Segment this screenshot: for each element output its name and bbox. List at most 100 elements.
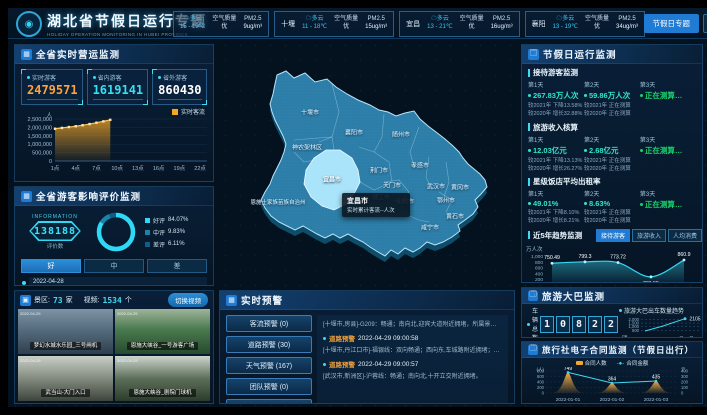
day-value-row: 8.63% — [584, 199, 640, 208]
rating-donut-chart — [93, 209, 139, 255]
header-button-2[interactable]: 综合监测 — [703, 14, 707, 33]
svg-text:16点: 16点 — [153, 165, 165, 172]
aqi-label: 空气质量 — [585, 16, 609, 24]
day-value-row: 49.01% — [528, 199, 584, 208]
trend-tab-2[interactable]: 旅游收入 — [632, 229, 666, 242]
hubei-map[interactable]: 十堰市襄阳市随州市神农架林区荆门市宜昌市天门市孝感市武汉市黄冈市潜江市仙桃市鄂州… — [214, 42, 516, 288]
rating-tab-差[interactable]: 差 — [147, 259, 207, 273]
hexagon-frame: 138188 — [25, 221, 85, 241]
day-value-row: 59.86万人次 — [584, 90, 640, 101]
bus-chart-title-row: 旅游大巴出车数量趋势 — [619, 306, 703, 315]
rating-tab-好[interactable]: 好 — [21, 259, 81, 273]
rating-tab-中[interactable]: 中 — [84, 259, 144, 273]
contract-chart: 02004006008000100200300400(人)元7493644352… — [522, 367, 702, 403]
svg-text:2,000: 2,000 — [629, 317, 640, 322]
day-value: 267.83万人次 — [533, 90, 578, 101]
bullet-dot — [528, 94, 531, 97]
day-compare: 较2020年 正在测算 — [584, 165, 640, 173]
aqi-label: 空气质量 — [212, 16, 236, 24]
hubei-outline[interactable] — [261, 71, 487, 256]
svg-text:799.3: 799.3 — [579, 253, 592, 259]
camera-thumbnail[interactable]: 2022-04-29武当山-大门入口 — [18, 356, 113, 401]
scenic-count: 73 — [53, 296, 63, 305]
svg-text:7点: 7点 — [92, 165, 101, 172]
bullet-dot — [323, 337, 326, 340]
legend-value: 9.83% — [168, 229, 185, 235]
day-value-row: 正在测算… — [640, 145, 696, 156]
bus-total-digits: 10822 — [540, 316, 618, 333]
trend-tabs: 接待游客旅游收入人均消费 — [596, 229, 702, 242]
bullet-dot — [27, 76, 30, 79]
weather-pm-col: PM2.515ug/m³ — [365, 16, 387, 32]
svg-text:2105: 2105 — [689, 317, 700, 323]
video-label: 视频: — [84, 295, 100, 305]
camera-caption-text: 武当山-大门入口 — [41, 389, 89, 397]
alert-category-button[interactable]: 天气预警 (167) — [226, 357, 312, 374]
svg-text:200: 200 — [535, 277, 543, 283]
svg-text:人: 人 — [46, 112, 52, 119]
cloud-icon: ☁多云 — [431, 16, 449, 24]
legend-swatch — [145, 218, 150, 223]
weather-cond-col: ☁多云13 - 19℃ — [553, 16, 578, 32]
header-bar: ◉ 湖北省节假日运行专题 HOLIDAY OPERATION MONITORIN… — [8, 8, 707, 39]
panel-title: 节假日运行监测 — [543, 47, 617, 61]
section-columns: 第1天12.03亿元较2021年 下降13.13%较2020年 增长26.27%… — [528, 135, 696, 174]
day-value: 正在测算… — [645, 90, 683, 101]
day-value: 8.63% — [589, 199, 610, 208]
bus-total-block: 车辆总数 10822 辆 行驶中车辆 1664 辆 — [527, 306, 615, 338]
day-column: 第2天59.86万人次较2021年 正在测算较2020年 正在测算 — [584, 80, 640, 119]
section-accent-bar — [528, 69, 530, 77]
section-header: 旅游收入核算 — [528, 122, 696, 133]
panel-title-bar: ▦ 全省实时营运监测 — [15, 45, 213, 64]
bus-body: 车辆总数 10822 辆 行驶中车辆 1664 辆 旅游大巴出车数量趋势 500… — [522, 304, 702, 338]
stat-value: 1619141 — [93, 83, 144, 100]
stat-label-text: 省内游客 — [98, 73, 122, 82]
aqi-label: 空气质量 — [334, 16, 358, 24]
review-list: 2022-04-28中国文城·汉秀景区：景区还是很不错的，景区里面的表演比较多，… — [21, 277, 207, 286]
camera-thumbnail[interactable]: 2022-04-29恩施大峡谷_一号游客广场 — [115, 309, 210, 354]
holiday-section: 星级饭店平均出租率第1天49.01%较2021年 下降8.10%较2020年 增… — [522, 173, 702, 226]
svg-text:364: 364 — [608, 376, 617, 382]
camera-thumbnail[interactable]: 2022-04-29梦幻水城水乐园_三号闸机 — [18, 309, 113, 354]
legend-amount: -●-合同金额 — [617, 359, 649, 367]
day-value-row: 267.83万人次 — [528, 90, 584, 101]
trend-tab-1[interactable]: 接待游客 — [596, 229, 630, 242]
alert-item-header: 道路预警2022-04-29 09:00:58 — [323, 333, 502, 343]
alert-list: [十堰市,房县]-G209：畅通；南向北,迎宾大道附近拥堵，所属景区：房县观音洞… — [317, 315, 508, 404]
evaluation-summary: INFORMATION 138188 评价数 好评84.07%中评9.83%差评… — [15, 206, 213, 255]
cloud-icon: ☁多云 — [306, 16, 324, 24]
panel-title-bar: 🗔 节假日运行监测 — [522, 45, 702, 64]
pm-value: 9ug/m³ — [243, 24, 262, 32]
trend-title: 近5年趋势监测 — [533, 230, 582, 241]
legend-label: 好评 — [153, 216, 165, 225]
section-accent-bar — [528, 231, 530, 239]
trend-tab-3[interactable]: 人均消费 — [668, 229, 702, 242]
header-buttons: 节假日专题综合监测 — [644, 14, 707, 33]
day-value-row: 正在测算… — [640, 199, 696, 210]
alert-category-button[interactable]: 团队预警 (0) — [226, 378, 312, 395]
panel-cameras: ▣ 景区: 73 家 视频: 1534 个 切换视频 2022-04-29梦幻水… — [14, 290, 214, 404]
alert-text: [十堰市,房县]-G209：畅通；南向北,迎宾大道附近拥堵，所属景区：房县观音洞… — [323, 319, 502, 328]
alert-categories: 客流预警 (0) 道路预警 (30) 天气预警 (167) 团队预警 (0) 灾害预警 … — [226, 315, 312, 404]
panel-title-bar: 🗔 旅游大巴监测 — [522, 288, 702, 304]
day-label: 第3天 — [640, 135, 696, 144]
section-name: 接待游客监测 — [533, 67, 578, 78]
review-item: 2022-04-28中国文城·汉秀景区：景区还是很不错的，景区里面的表演比较多，… — [29, 277, 207, 286]
bullet-dot — [640, 94, 643, 97]
camera-thumbnail[interactable]: 2022-04-29恩施大峡谷_剧院门球机 — [115, 356, 210, 401]
alert-category-button[interactable]: 客流预警 (0) — [226, 315, 312, 332]
day-column: 第1天12.03亿元较2021年 下降13.13%较2020年 增长26.27% — [528, 135, 584, 174]
alert-category-button[interactable]: 灾害预警 (0) — [226, 399, 312, 404]
switch-video-button[interactable]: 切换视频 — [168, 293, 208, 307]
cloud-icon: ☁多云 — [556, 16, 574, 24]
svg-text:13点: 13点 — [132, 165, 144, 172]
weather-temp: 13 - 19℃ — [553, 24, 578, 32]
bus-total-row: 车辆总数 10822 辆 — [527, 306, 615, 338]
day-value: 12.03亿元 — [533, 145, 567, 156]
camera-timestamp: 2022-04-29 — [20, 311, 40, 316]
legend-swatch — [145, 230, 150, 235]
evaluation-total-label: 评价数 — [21, 242, 89, 250]
alert-category-button[interactable]: 道路预警 (30) — [226, 336, 312, 353]
header-button-1[interactable]: 节假日专题 — [644, 14, 700, 33]
camera-timestamp: 2022-04-29 — [117, 358, 137, 363]
